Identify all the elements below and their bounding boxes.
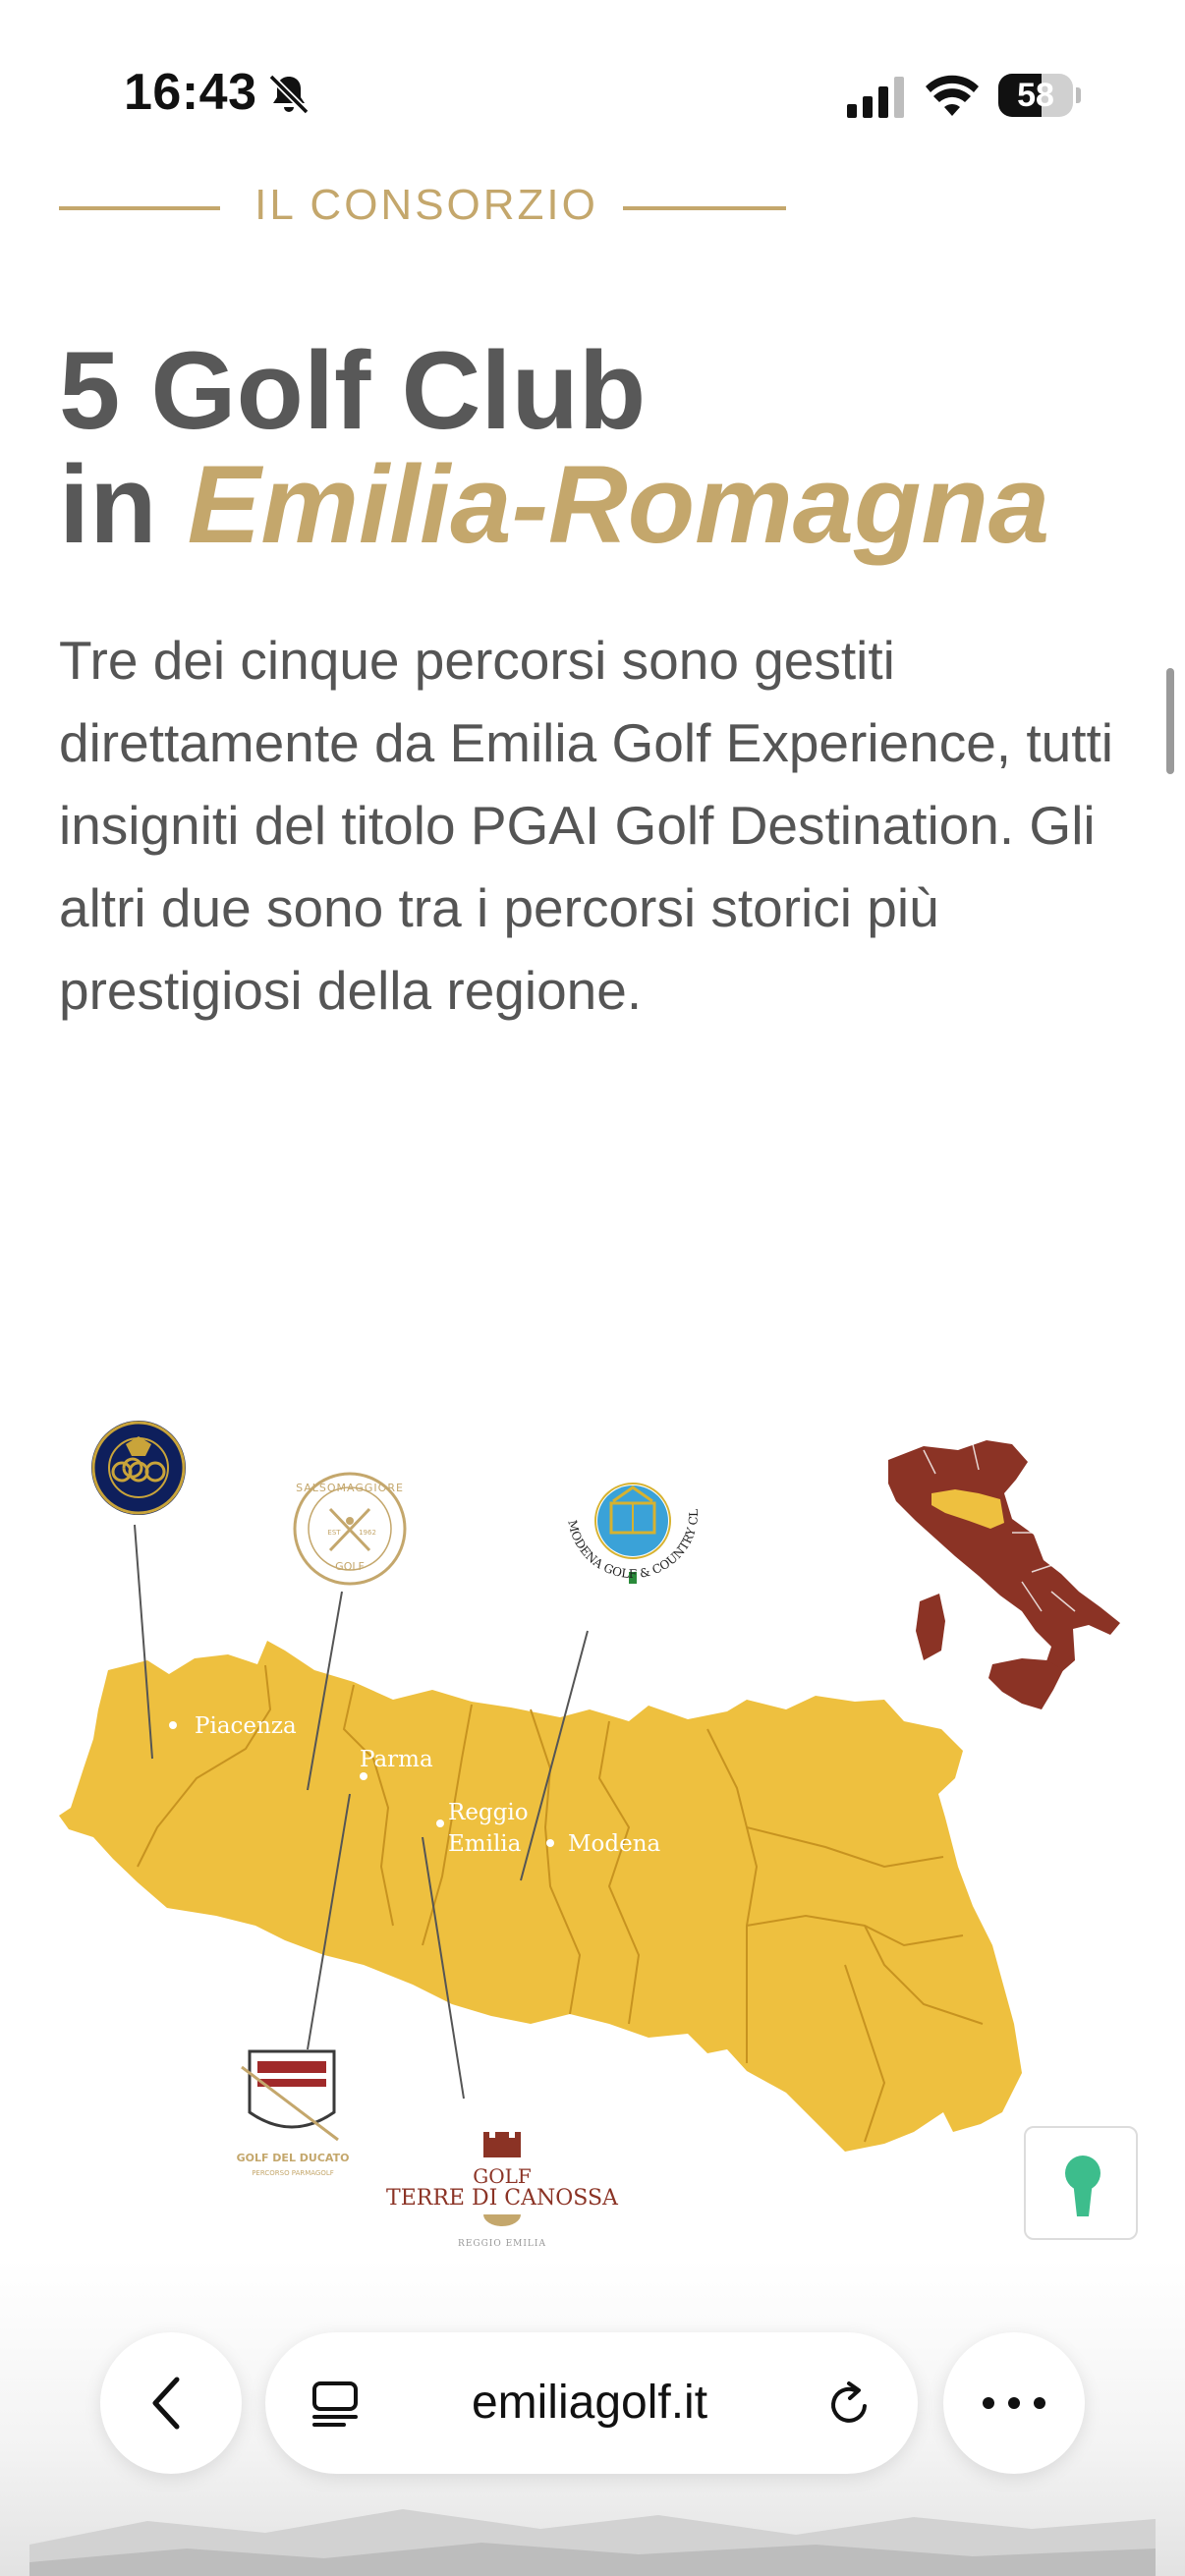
salsomaggiore-logo: SALSOMAGGIORE EST 1962 GOLF xyxy=(293,1472,407,1586)
bell-slash-icon xyxy=(268,74,310,115)
golf-del-ducato-label: GOLF DEL DUCATO xyxy=(237,2152,350,2164)
croara-logo xyxy=(91,1421,186,1515)
battery-level: 58 xyxy=(1017,77,1054,114)
status-bar: 16:43 58 xyxy=(0,0,1185,187)
city-label-reggio-line1: Reggio xyxy=(448,1800,529,1825)
more-icon xyxy=(983,2397,1045,2409)
city-label-modena: Modena xyxy=(568,1831,661,1857)
terre-di-canossa-logo: GOLF TERRE DI CANOSSA REGGIO EMILIA xyxy=(386,2132,619,2249)
tabs-icon xyxy=(312,2381,358,2427)
headline-line-1: 5 Golf Club xyxy=(59,329,647,452)
eyebrow-label: IL CONSORZIO xyxy=(254,181,598,229)
headline-accent: Emilia-Romagna xyxy=(187,443,1050,566)
salsomaggiore-label-year: 1962 xyxy=(359,1529,376,1537)
terre-di-canossa-sublabel: REGGIO EMILIA xyxy=(458,2239,546,2249)
golf-del-ducato-sublabel: PERCORSO PARMAGOLF xyxy=(252,2169,334,2177)
battery-icon: 58 xyxy=(998,74,1081,117)
city-dot-parma xyxy=(360,1772,367,1780)
city-dot-piacenza xyxy=(169,1721,177,1729)
chevron-left-icon xyxy=(152,2377,180,2430)
intro-paragraph: Tre dei cinque percorsi sono gestiti dir… xyxy=(59,630,1114,1021)
city-label-parma: Parma xyxy=(360,1747,433,1772)
privacy-keyhole-button[interactable] xyxy=(1024,2126,1138,2240)
more-button[interactable] xyxy=(943,2332,1085,2474)
page-headline: 5 Golf Club in Emilia-Romagna xyxy=(59,334,1140,562)
headline-line-2: in Emilia-Romagna xyxy=(59,448,1140,562)
city-dot-reggio xyxy=(436,1820,444,1827)
terre-di-canossa-golf: GOLF xyxy=(473,2164,532,2188)
city-label-reggio-line2: Emilia xyxy=(448,1831,522,1857)
cellular-signal-icon xyxy=(847,77,904,118)
city-dot-modena xyxy=(546,1839,554,1847)
italy-map xyxy=(888,1440,1120,1709)
keyhole-icon xyxy=(1065,2156,1100,2216)
golf-del-ducato-logo: GOLF DEL DUCATO PERCORSO PARMAGOLF xyxy=(237,2049,350,2177)
back-button[interactable] xyxy=(100,2332,242,2474)
headline-prefix: in xyxy=(59,443,188,566)
salsomaggiore-label-top: SALSOMAGGIORE xyxy=(296,1482,404,1494)
scrollbar[interactable] xyxy=(1166,668,1174,774)
region-map: Piacenza Parma Reggio Emilia Modena SALS… xyxy=(0,1375,1120,2249)
salsomaggiore-label-est: EST xyxy=(327,1529,341,1537)
city-label-piacenza: Piacenza xyxy=(195,1713,297,1739)
eyebrow-divider-right xyxy=(623,206,786,210)
terre-di-canossa-label: TERRE DI CANOSSA xyxy=(386,2186,619,2211)
eyebrow-divider-left xyxy=(59,206,220,210)
section-eyebrow: IL CONSORZIO xyxy=(59,181,786,236)
address-bar[interactable]: emiliagolf.it xyxy=(265,2332,918,2474)
status-time: 16:43 xyxy=(124,64,257,121)
reload-icon[interactable] xyxy=(825,2380,875,2429)
url-text[interactable]: emiliagolf.it xyxy=(393,2376,786,2430)
wifi-icon xyxy=(926,75,979,116)
salsomaggiore-label-bottom: GOLF xyxy=(335,1560,365,1573)
